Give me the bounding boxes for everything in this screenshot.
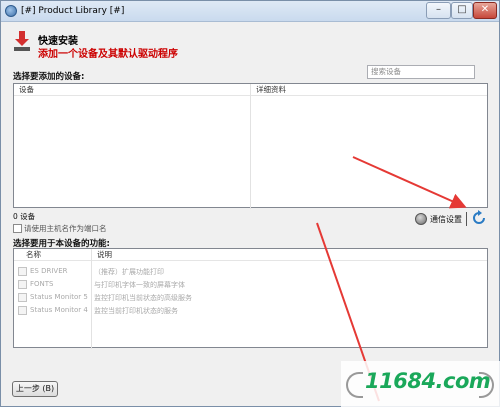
product-library-window: [#] Product Library [#] – □ ✕ 快速安装 添加一个设… bbox=[0, 0, 500, 407]
app-icon bbox=[5, 5, 17, 17]
maximize-button[interactable]: □ bbox=[451, 2, 473, 19]
function-description: （推荐）扩展功能打印 bbox=[94, 268, 164, 276]
function-checkbox bbox=[18, 267, 27, 276]
function-name: FONTS bbox=[30, 280, 54, 288]
title-bar[interactable]: [#] Product Library [#] – □ ✕ bbox=[1, 1, 499, 22]
function-description: 监控打印机当前状态的高级服务 bbox=[94, 294, 192, 302]
comm-settings-link[interactable]: 通信设置 bbox=[430, 214, 462, 225]
function-checkbox bbox=[18, 280, 27, 289]
function-row: Status Monitor 5 监控打印机当前状态的高级服务 bbox=[14, 292, 487, 304]
function-row: ES DRIVER （推荐）扩展功能打印 bbox=[14, 266, 487, 278]
function-name: Status Monitor 4 bbox=[30, 306, 88, 314]
toolbar-separator bbox=[466, 212, 467, 226]
minimize-button[interactable]: – bbox=[426, 2, 451, 19]
column-header-description: 说明 bbox=[92, 249, 487, 261]
device-search-input[interactable]: 搜索设备 bbox=[367, 65, 475, 79]
use-hostname-checkbox[interactable] bbox=[13, 224, 22, 233]
device-list[interactable]: 设备 详细资料 bbox=[13, 83, 488, 209]
device-count: 0 设备 bbox=[13, 212, 36, 221]
window-title: [#] Product Library [#] bbox=[21, 6, 125, 16]
comm-settings-icon[interactable] bbox=[415, 213, 427, 225]
function-name: ES DRIVER bbox=[30, 267, 68, 275]
function-row: Status Monitor 4 监控当前打印机状态的服务 bbox=[14, 305, 487, 317]
function-list: 名称 说明 ES DRIVER （推荐）扩展功能打印 FONTS 与打印机字体一… bbox=[13, 248, 488, 349]
column-header-device[interactable]: 设备 bbox=[14, 84, 250, 96]
column-divider bbox=[250, 84, 251, 209]
install-download-icon bbox=[14, 31, 30, 51]
use-hostname-label: 请使用主机名作为端口名 bbox=[24, 224, 107, 233]
watermark-text: 11684.com bbox=[365, 369, 491, 393]
device-section-label: 选择要添加的设备: bbox=[13, 72, 85, 82]
column-header-details[interactable]: 详细资料 bbox=[251, 84, 487, 96]
function-checkbox bbox=[18, 293, 27, 302]
back-button[interactable]: 上一步 (B) bbox=[12, 381, 58, 397]
function-row: FONTS 与打印机字体一致的屏幕字体 bbox=[14, 279, 487, 291]
page-subtitle: 添加一个设备及其默认驱动程序 bbox=[38, 49, 178, 60]
refresh-icon[interactable] bbox=[471, 210, 487, 226]
function-name: Status Monitor 5 bbox=[30, 293, 88, 301]
close-button[interactable]: ✕ bbox=[473, 2, 497, 19]
function-description: 与打印机字体一致的屏幕字体 bbox=[94, 281, 185, 289]
function-description: 监控当前打印机状态的服务 bbox=[94, 307, 178, 315]
function-checkbox bbox=[18, 306, 27, 315]
column-header-name: 名称 bbox=[14, 249, 91, 261]
